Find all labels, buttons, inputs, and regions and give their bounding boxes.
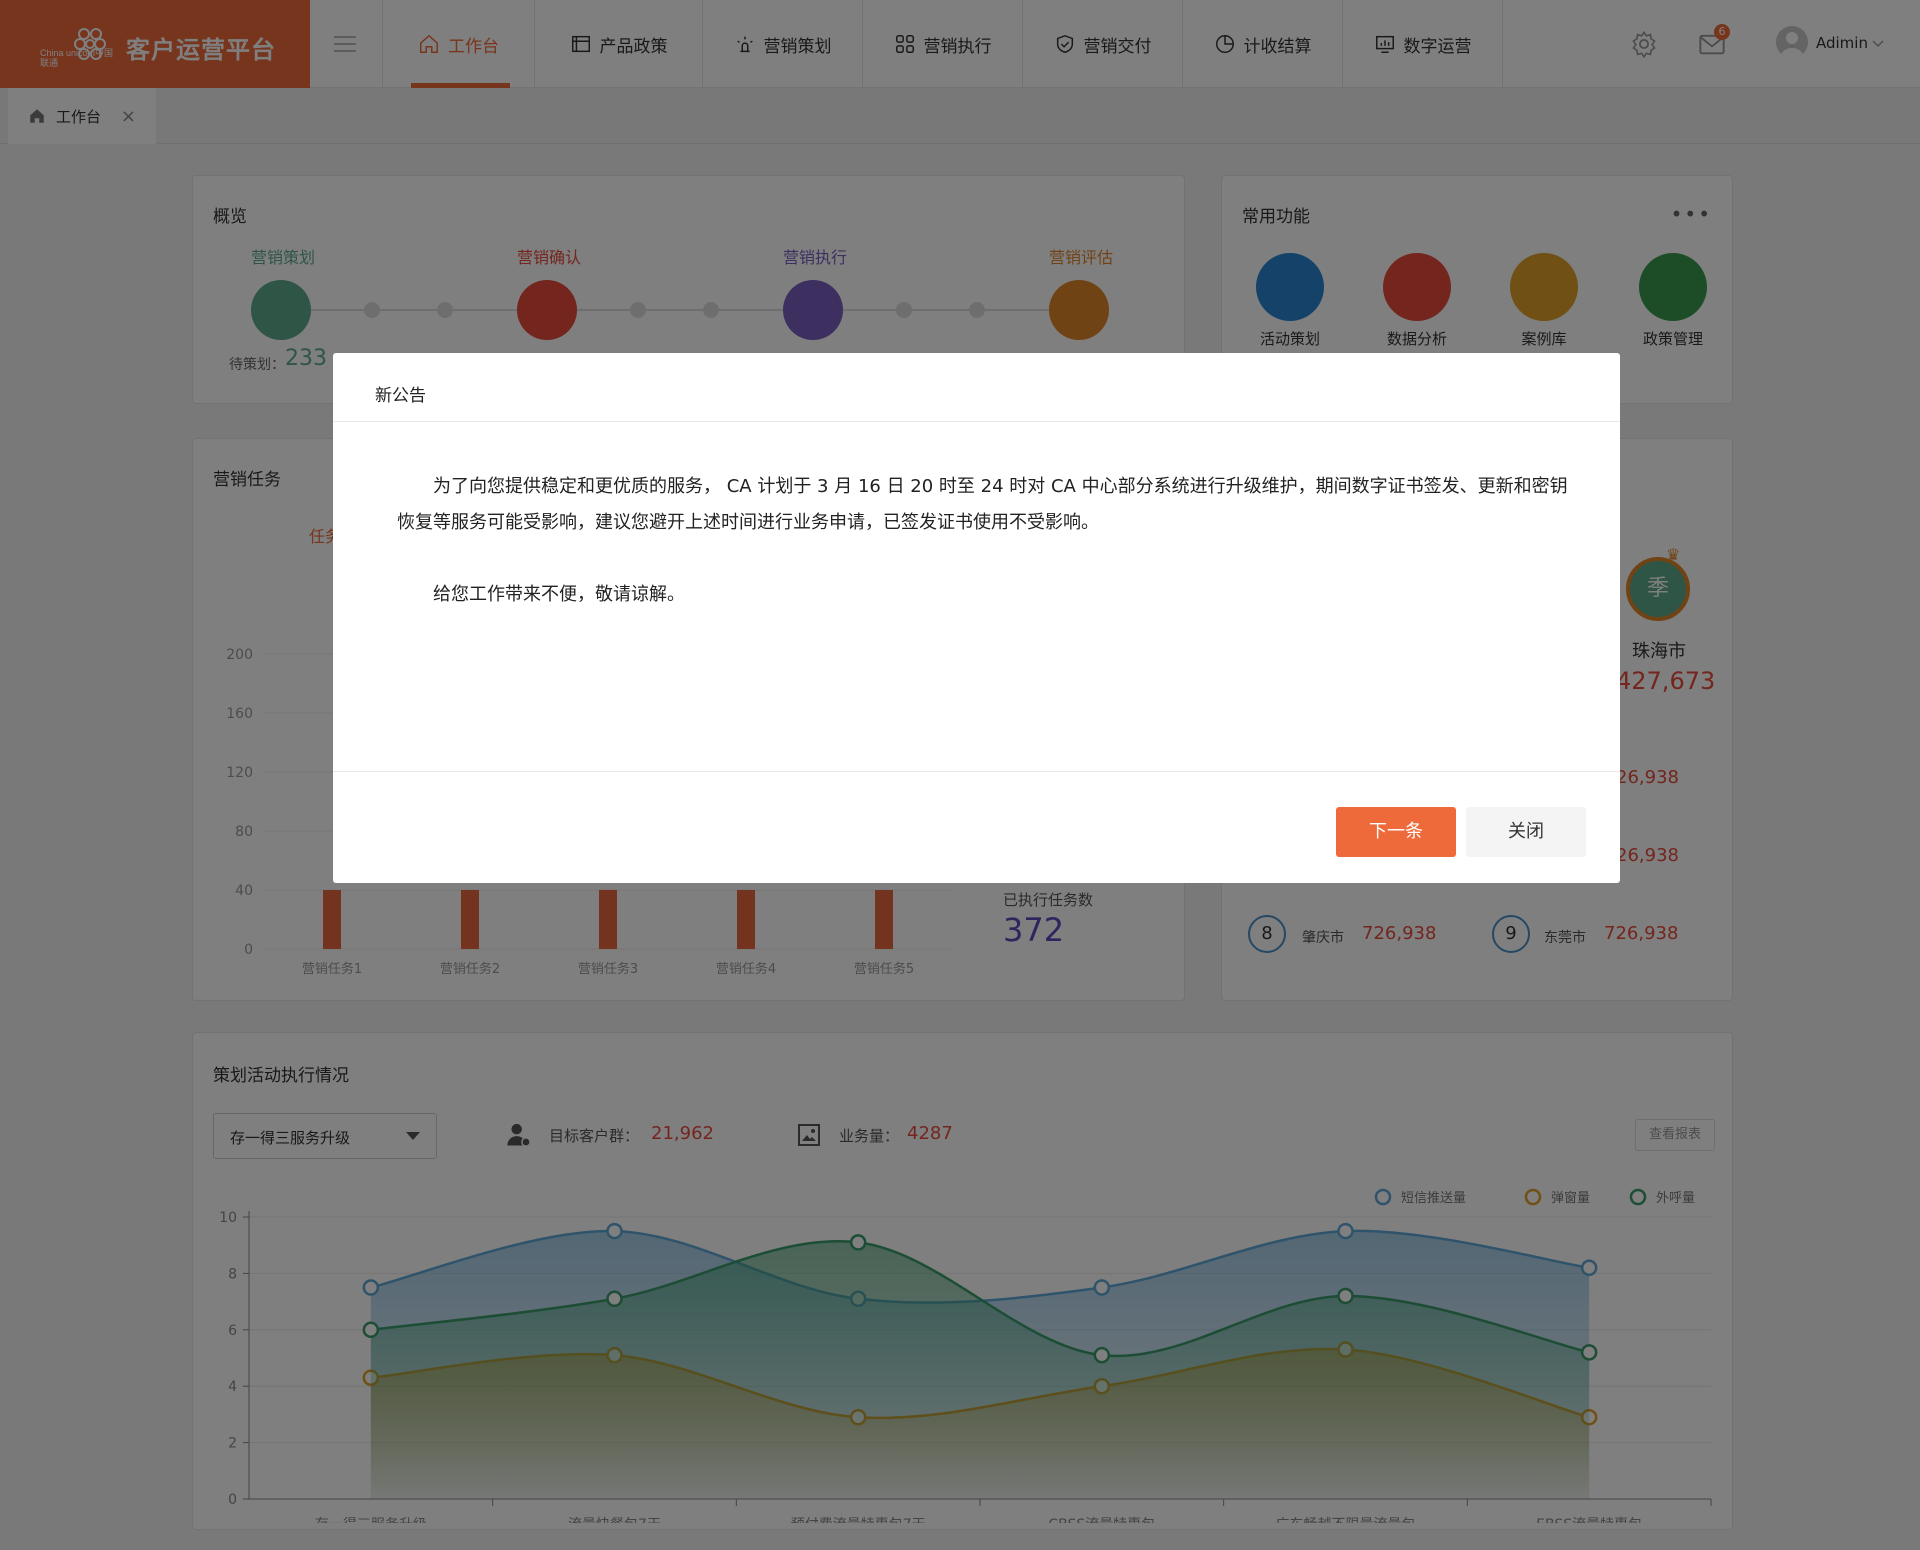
announcement-paragraph: 给您工作带来不便，敬请谅解。 bbox=[433, 584, 685, 605]
announcement-modal: 新公告 为了向您提供稳定和更优质的服务， CA 计划于 3 月 16 日 20 … bbox=[333, 353, 1620, 883]
close-button[interactable]: 关闭 bbox=[1466, 807, 1586, 857]
modal-body: 为了向您提供稳定和更优质的服务， CA 计划于 3 月 16 日 20 时至 2… bbox=[397, 469, 1577, 613]
announcement-paragraph: 为了向您提供稳定和更优质的服务， CA 计划于 3 月 16 日 20 时至 2… bbox=[397, 476, 1568, 533]
modal-title: 新公告 bbox=[333, 353, 1620, 422]
modal-divider bbox=[333, 771, 1620, 772]
next-button[interactable]: 下一条 bbox=[1336, 807, 1456, 857]
